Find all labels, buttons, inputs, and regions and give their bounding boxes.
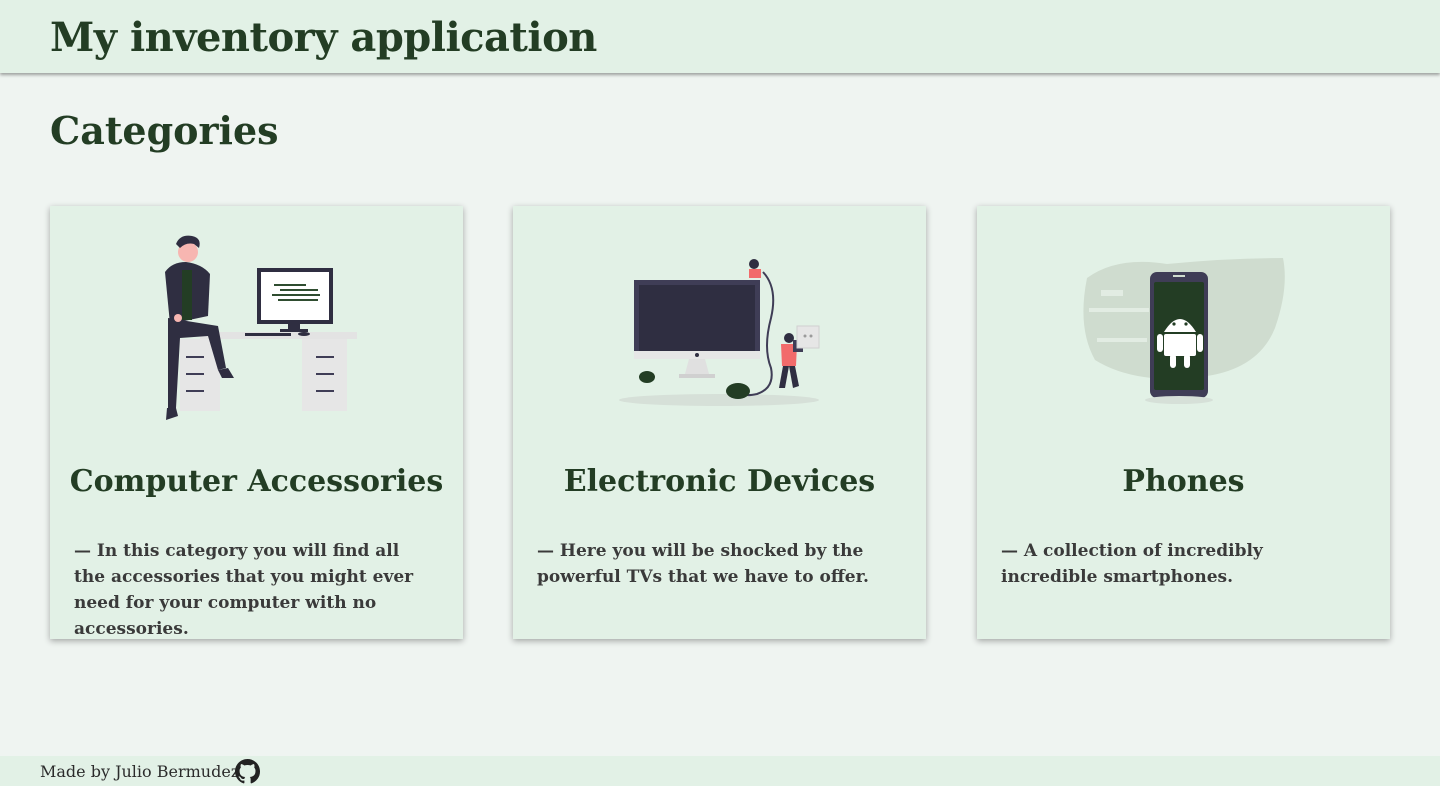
- category-title[interactable]: Computer Accessories: [50, 464, 463, 499]
- tv-with-plug-illustration: [619, 259, 820, 406]
- top-header: My inventory application: [0, 0, 1440, 73]
- category-title[interactable]: Phones: [977, 464, 1390, 499]
- category-title[interactable]: Electronic Devices: [513, 464, 926, 499]
- category-card-computer-accessories[interactable]: Computer Accessories — In this category …: [50, 206, 463, 639]
- section-title: Categories: [50, 108, 279, 153]
- github-icon[interactable]: [235, 759, 260, 784]
- category-description: — In this category you will find all the…: [74, 541, 414, 639]
- person-at-desk-illustration: [165, 235, 357, 420]
- app-title: My inventory application: [50, 14, 597, 61]
- category-card-phones[interactable]: Phones — A collection of incredibly incr…: [977, 206, 1390, 639]
- category-description: — A collection of incredibly incredible …: [1001, 541, 1263, 587]
- footer-credit: Made by Julio Bermudez: [40, 762, 240, 781]
- category-card-electronic-devices[interactable]: Electronic Devices — Here you will be sh…: [513, 206, 926, 639]
- category-description: — Here you will be shocked by the powerf…: [537, 541, 869, 587]
- footer: Made by Julio Bermudez: [0, 756, 1440, 786]
- android-phone-illustration: [1083, 258, 1285, 404]
